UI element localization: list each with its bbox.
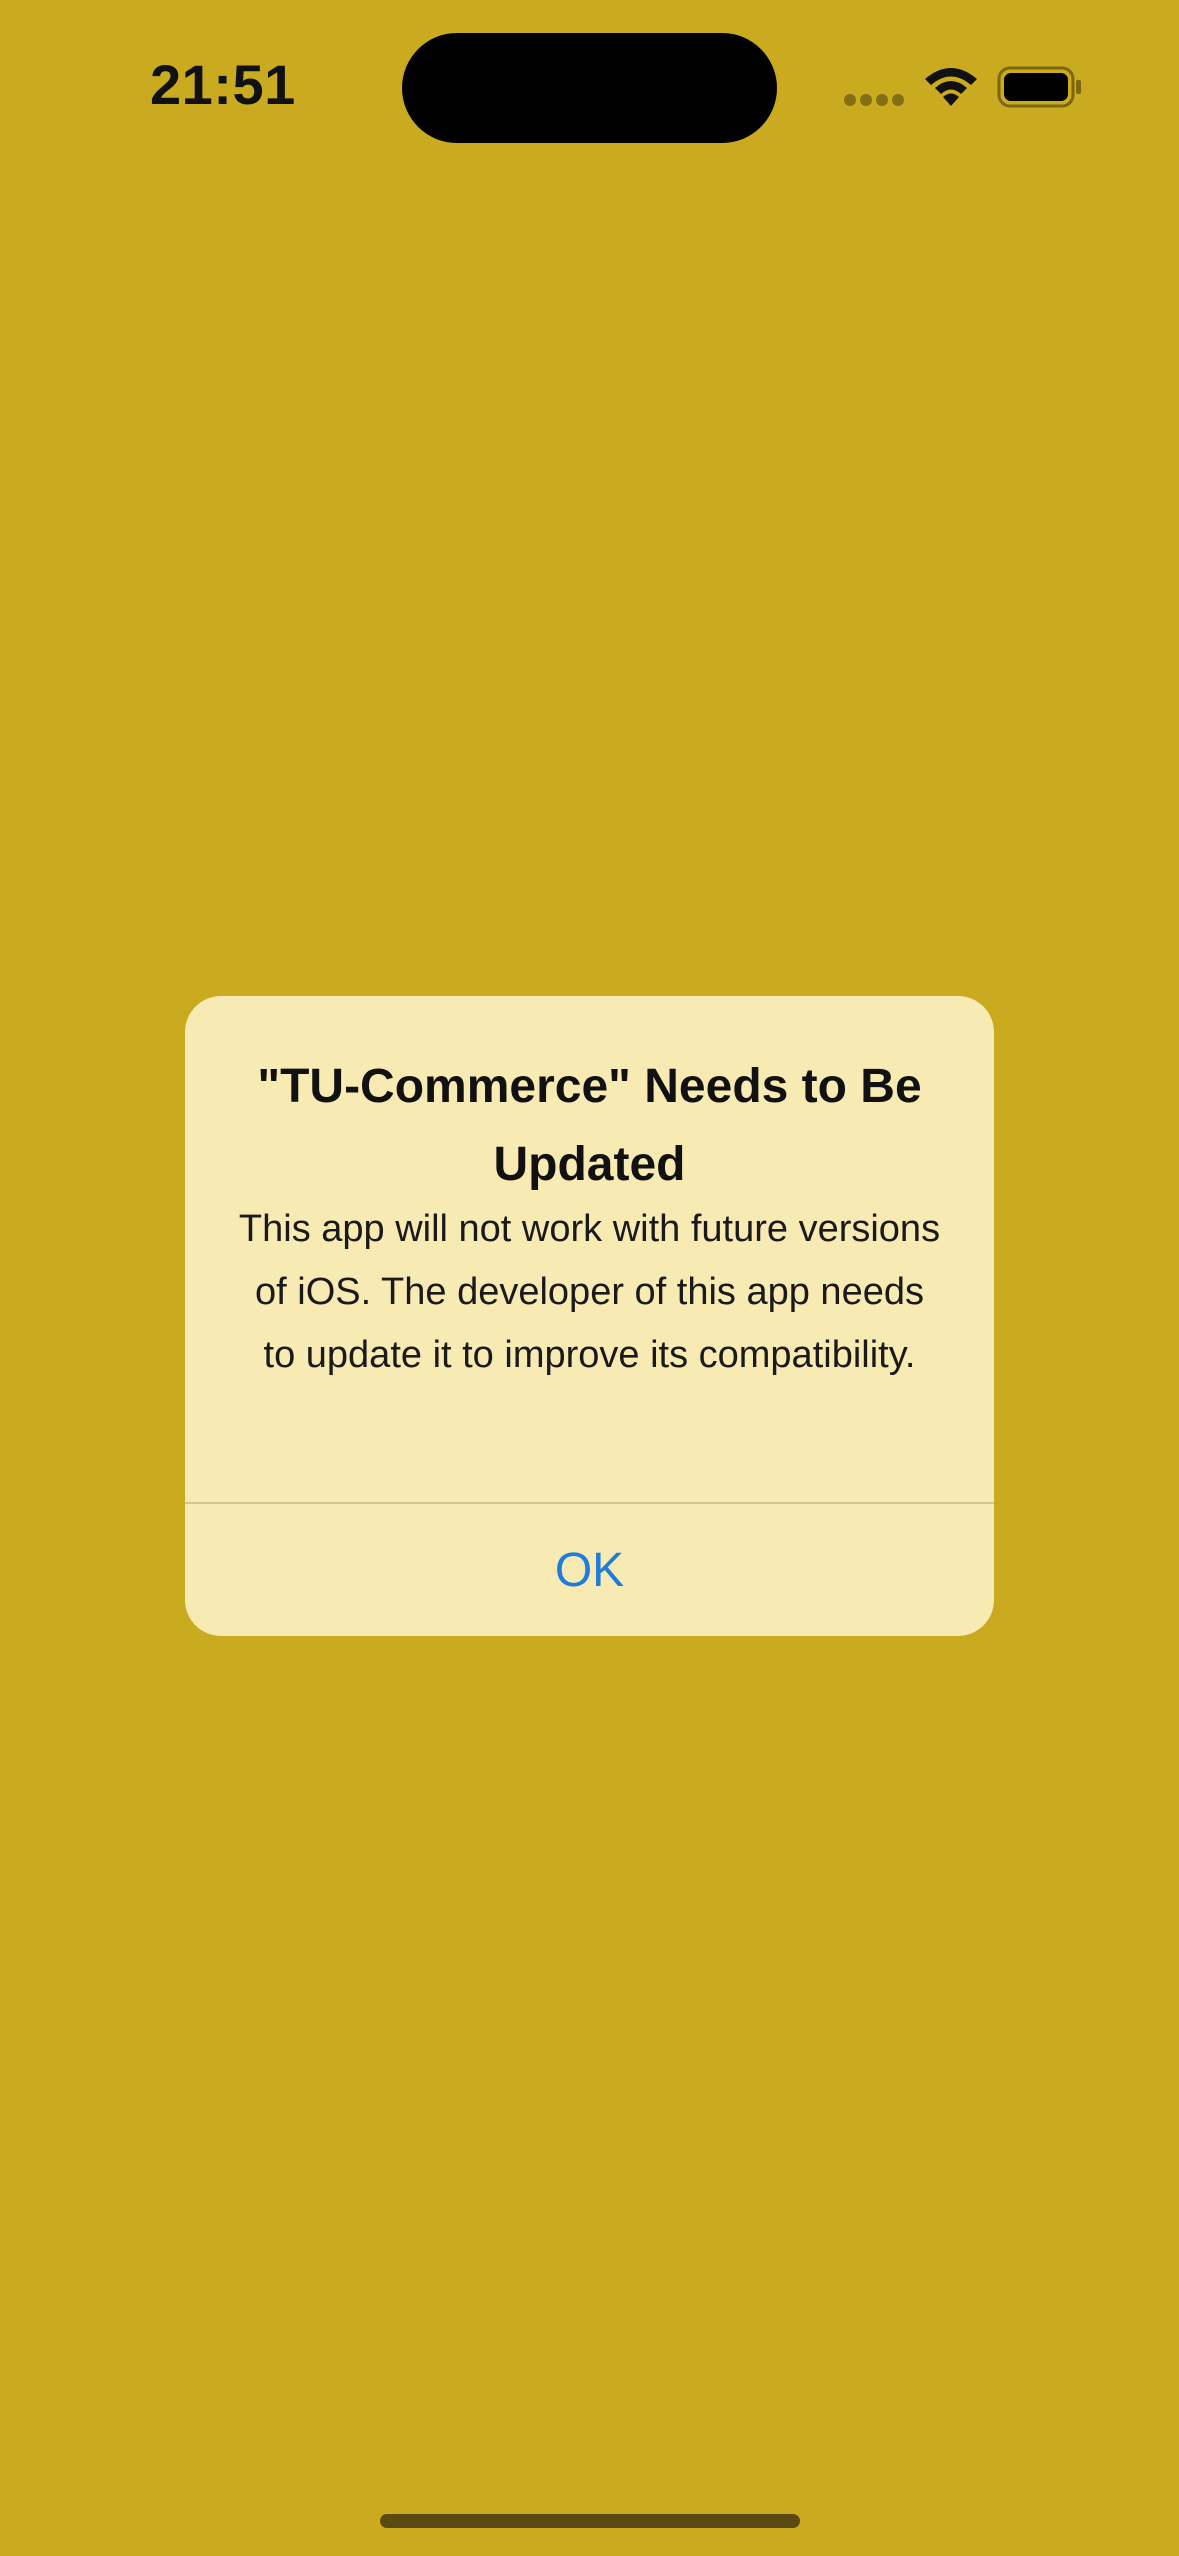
app-background: 21:51 "TU-Commerce" Needs to Be Updated … (0, 0, 1179, 2556)
ok-button[interactable]: OK (185, 1504, 994, 1636)
alert-title: "TU-Commerce" Needs to Be Updated (257, 1060, 922, 1191)
update-alert-dialog: "TU-Commerce" Needs to Be Updated This a… (185, 996, 994, 1636)
battery-icon (997, 66, 1081, 108)
alert-message: This app will not work with future versi… (238, 1208, 941, 1376)
status-bar-time: 21:51 (150, 53, 296, 116)
dynamic-island (402, 33, 777, 143)
home-indicator[interactable] (380, 2514, 800, 2528)
signal-dots-icon (844, 94, 906, 108)
wifi-icon (925, 68, 977, 106)
